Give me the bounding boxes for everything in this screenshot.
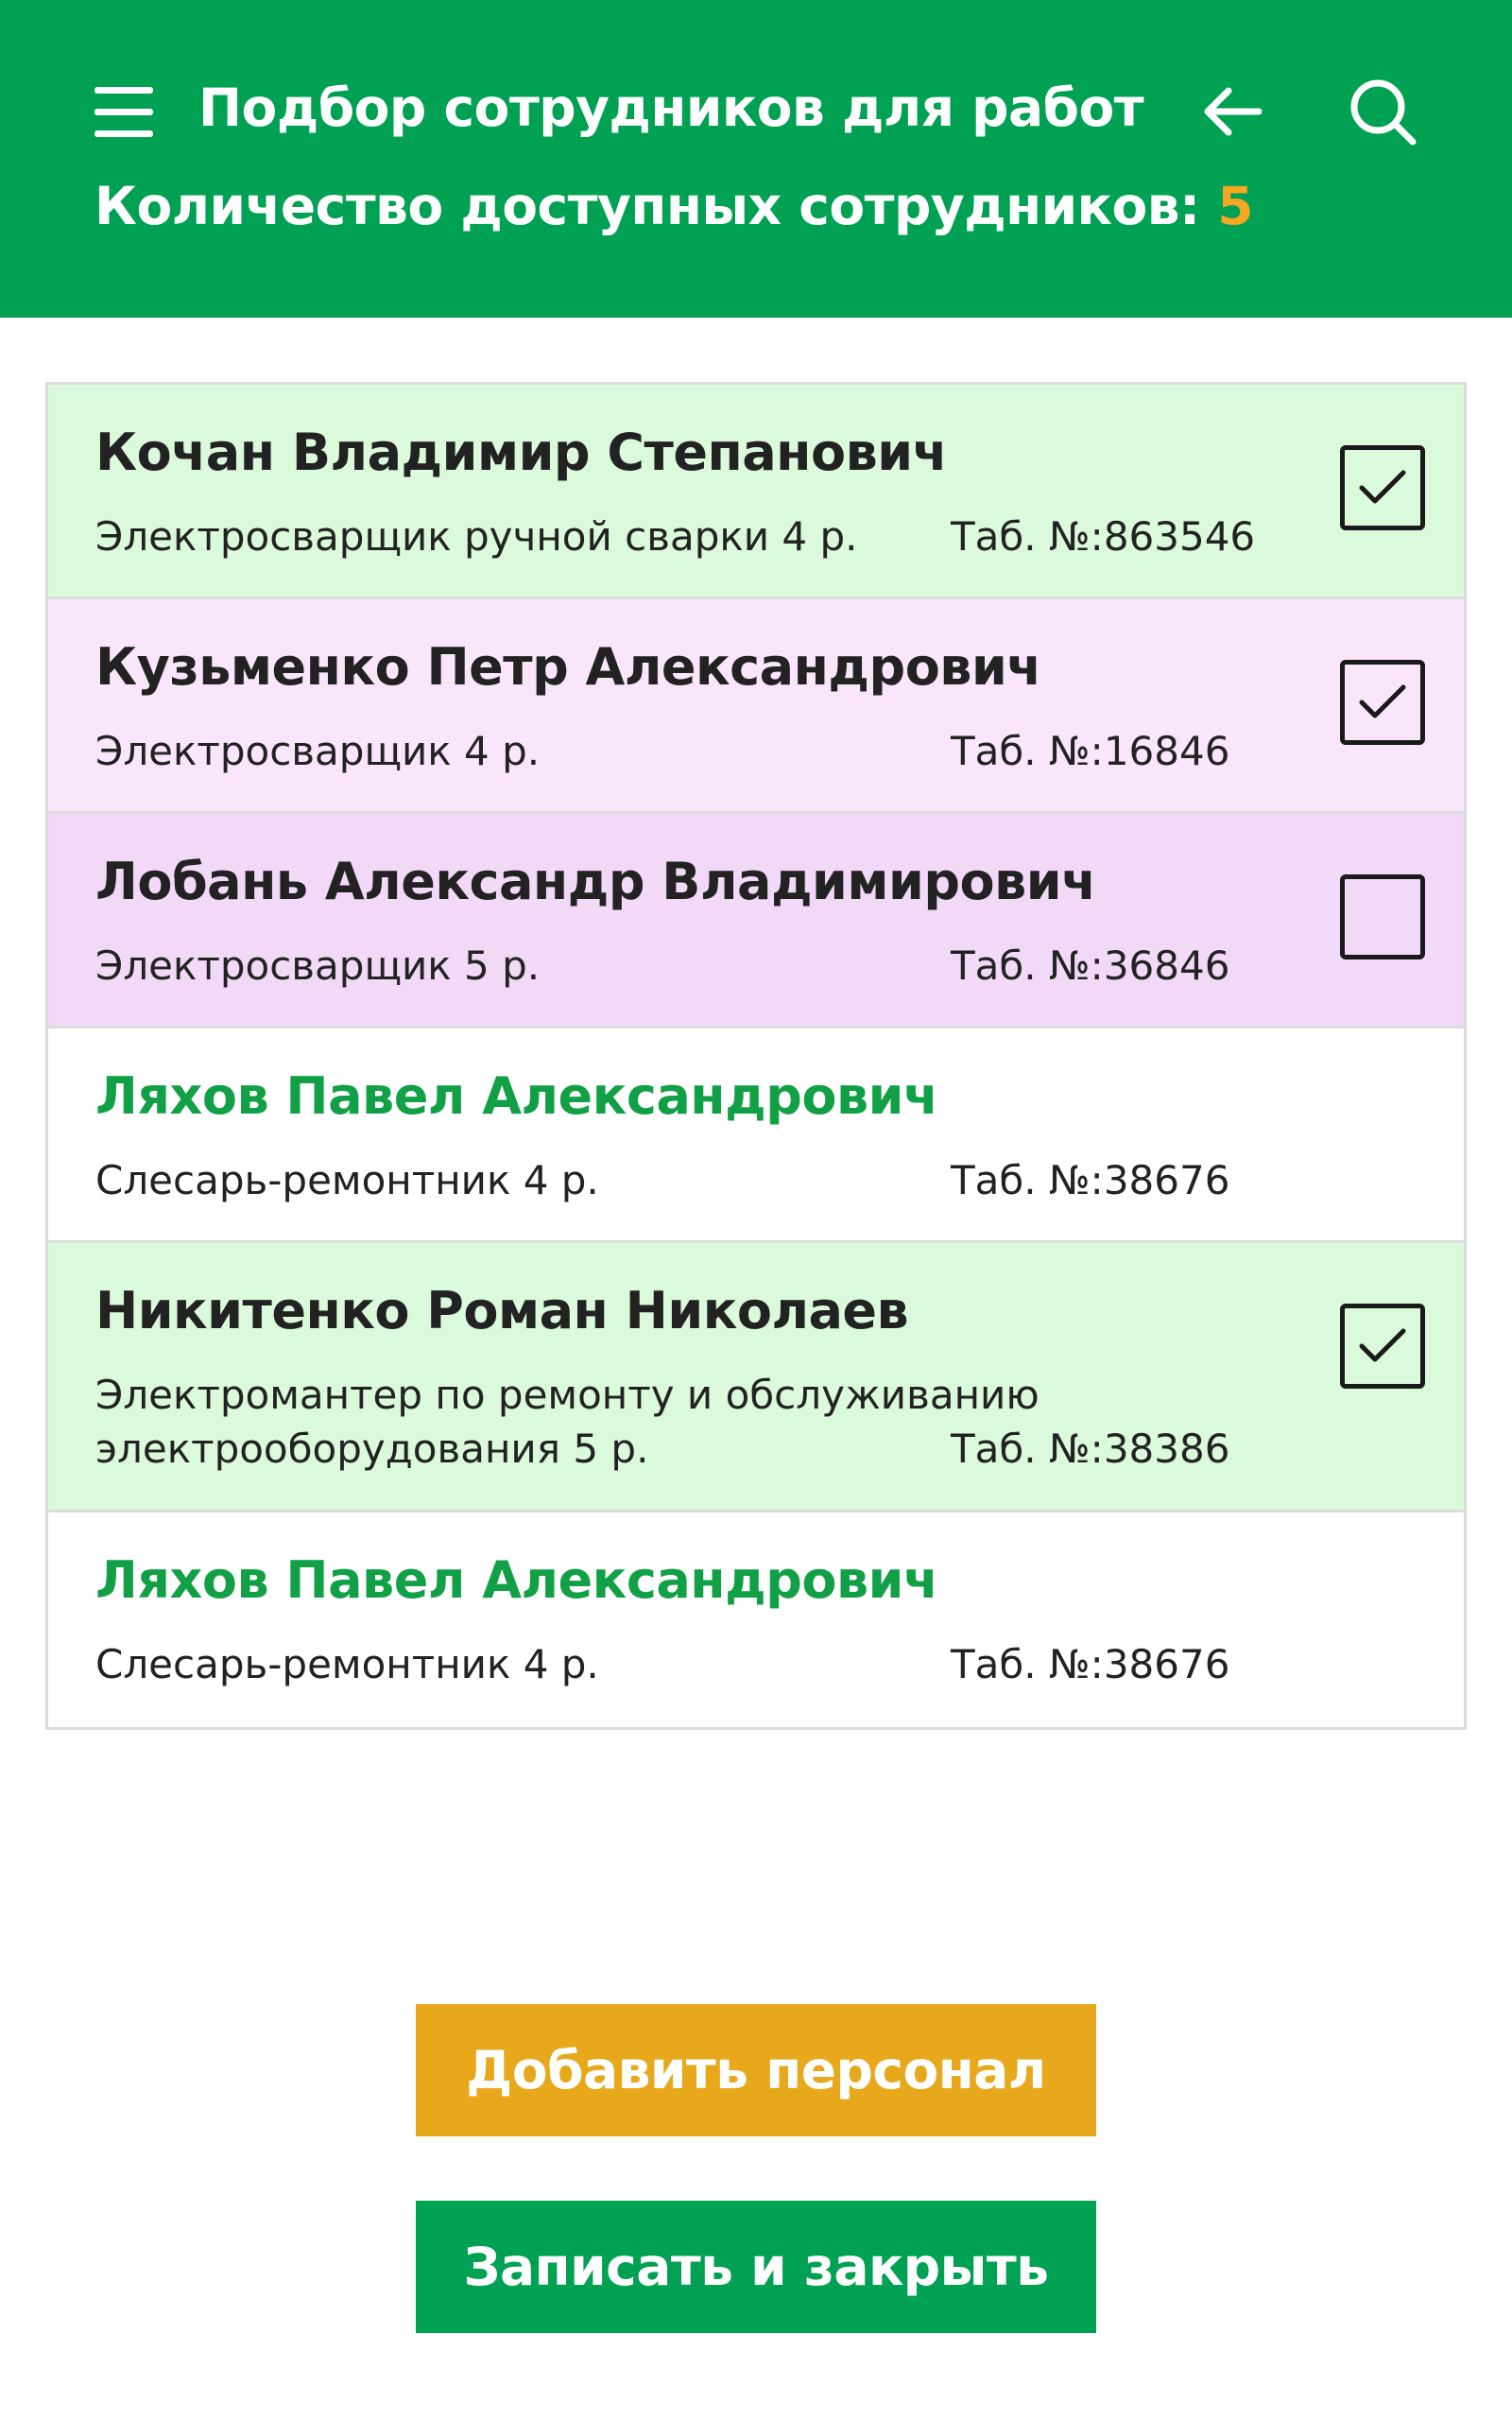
employee-position: Слесарь-ремонтник 4 р. <box>95 1157 599 1203</box>
employee-position: Электросварщик 4 р. <box>95 728 541 774</box>
page-title: Подбор сотрудников для работ <box>198 78 1144 138</box>
employee-row[interactable]: Ляхов Павел Александрович Слесарь-ремонт… <box>48 1028 1464 1243</box>
save-and-close-button[interactable]: Записать и закрыть <box>416 2201 1096 2333</box>
employee-row[interactable]: Ляхов Павел Александрович Слесарь-ремонт… <box>48 1512 1464 1727</box>
app-header: Подбор сотрудников для работ Количество … <box>0 0 1512 318</box>
employee-position: Слесарь-ремонтник 4 р. <box>95 1641 599 1687</box>
employee-name: Ляхов Павел Александрович <box>95 1550 938 1610</box>
employee-tab-number: Таб. №:36846 <box>951 942 1230 989</box>
employee-tab-number: Таб. №:38386 <box>951 1426 1230 1472</box>
employee-tab-number: Таб. №:16846 <box>951 728 1230 774</box>
employee-row[interactable]: Никитенко Роман Николаев Электромантер п… <box>48 1243 1464 1512</box>
available-count-value: 5 <box>1217 176 1254 236</box>
employee-tab-number: Таб. №:863546 <box>951 513 1256 560</box>
employee-row[interactable]: Кузьменко Петр Александрович Электросвар… <box>48 599 1464 814</box>
select-checkbox[interactable] <box>1340 1304 1425 1389</box>
employee-list: Кочан Владимир Степанович Электросварщик… <box>45 382 1467 1730</box>
checkmark-icon <box>1359 1328 1406 1362</box>
employee-tab-number: Таб. №:38676 <box>951 1641 1230 1687</box>
select-checkbox[interactable] <box>1340 874 1425 959</box>
employee-position: Электросварщик ручной сварки 4 р. <box>95 513 858 560</box>
employee-row[interactable]: Кочан Владимир Степанович Электросварщик… <box>48 385 1464 599</box>
employee-tab-number: Таб. №:38676 <box>951 1157 1230 1203</box>
select-checkbox[interactable] <box>1340 660 1425 745</box>
hamburger-menu-icon[interactable] <box>94 85 153 138</box>
search-icon[interactable] <box>1347 76 1418 147</box>
available-count: Количество доступных сотрудников: 5 <box>94 176 1254 236</box>
employee-row[interactable]: Лобань Александр Владимирович Электросва… <box>48 814 1464 1028</box>
checkmark-icon <box>1359 684 1406 718</box>
checkmark-icon <box>1359 470 1406 504</box>
employee-name: Кочан Владимир Степанович <box>95 423 948 482</box>
arrow-left-icon[interactable] <box>1200 83 1266 140</box>
add-personnel-button[interactable]: Добавить персонал <box>416 2004 1096 2136</box>
employee-name: Никитенко Роман Николаев <box>95 1281 909 1340</box>
available-count-label: Количество доступных сотрудников: <box>94 176 1200 236</box>
employee-position: Электромантер по ремонту и обслуживанию … <box>95 1372 1040 1472</box>
employee-position: Электросварщик 5 р. <box>95 942 541 989</box>
employee-name: Ляхов Павел Александрович <box>95 1066 938 1126</box>
employee-name: Лобань Александр Владимирович <box>95 852 1096 911</box>
employee-name: Кузьменко Петр Александрович <box>95 637 1041 697</box>
select-checkbox[interactable] <box>1340 445 1425 530</box>
